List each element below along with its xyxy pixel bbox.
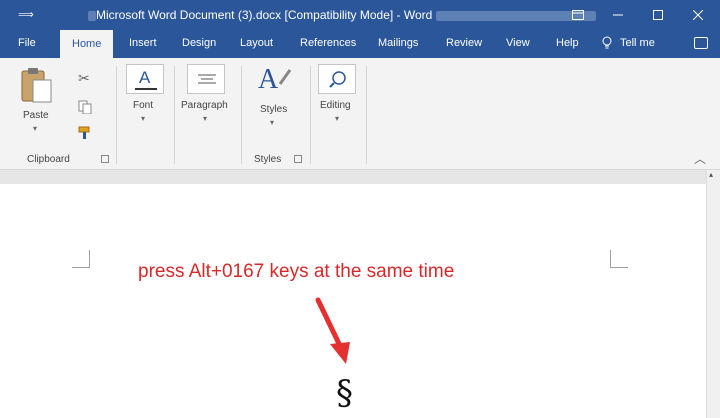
styles-label: Styles <box>260 104 288 115</box>
paste-button[interactable]: Paste ▾ <box>20 66 56 136</box>
paste-icon <box>21 68 52 103</box>
font-button[interactable]: A Font ▾ <box>124 64 168 134</box>
styles-button[interactable]: A Styles ▾ <box>252 64 296 134</box>
close-icon <box>693 10 703 20</box>
section-symbol: § <box>336 373 353 413</box>
paragraph-icon <box>198 74 216 84</box>
close-button[interactable] <box>678 0 718 30</box>
paragraph-icon-box <box>187 64 225 94</box>
format-painter-icon[interactable] <box>78 126 92 140</box>
maximize-button[interactable] <box>638 0 678 30</box>
lightbulb-icon <box>602 36 612 49</box>
instruction-annotation: press Alt+0167 keys at the same time <box>138 261 455 282</box>
group-divider <box>310 66 311 164</box>
tab-view[interactable]: View <box>506 37 530 49</box>
chevron-down-icon: ▾ <box>270 118 275 127</box>
styles-icon: A <box>258 64 279 95</box>
cut-icon[interactable]: ✂ <box>78 70 90 87</box>
title-bar: ⟹ Microsoft Word Document (3).docx [Comp… <box>0 0 720 30</box>
red-arrow-icon <box>315 297 350 364</box>
ribbon-home: Paste ▾ ✂ Clipboard A Font ▾ Paragraph ▾… <box>0 58 720 170</box>
editing-label: Editing <box>320 100 351 111</box>
group-divider <box>116 66 117 164</box>
minimize-icon <box>613 14 623 16</box>
editing-button[interactable]: Editing ▾ <box>316 64 360 134</box>
tell-me-search[interactable]: Tell me <box>602 36 655 49</box>
editing-icon-box <box>318 64 356 94</box>
magnifier-icon <box>329 71 346 88</box>
page-margin-marker-right <box>610 250 628 268</box>
chevron-down-icon: ▾ <box>141 114 146 123</box>
brush-icon <box>278 69 292 85</box>
page-margin-marker-left <box>72 250 90 268</box>
copy-icon[interactable] <box>78 100 92 114</box>
minimize-button[interactable] <box>598 0 638 30</box>
font-icon: A <box>139 68 151 87</box>
group-divider <box>174 66 175 164</box>
underline-bar <box>135 88 157 90</box>
window-title: Microsoft Word Document (3).docx [Compat… <box>88 8 597 22</box>
styles-group-label: Styles <box>254 154 282 165</box>
clipboard-group-label: Clipboard <box>27 154 70 165</box>
group-divider <box>366 66 367 164</box>
tab-file[interactable]: File <box>18 37 36 49</box>
paragraph-label: Paragraph <box>181 100 228 111</box>
collapse-ribbon-icon[interactable]: ︿ <box>694 150 706 167</box>
scroll-up-icon[interactable]: ▴ <box>709 170 713 179</box>
tab-design[interactable]: Design <box>182 37 216 49</box>
chevron-down-icon: ▾ <box>203 114 208 123</box>
paragraph-button[interactable]: Paragraph ▾ <box>180 64 236 134</box>
clipboard-dialog-launcher-icon[interactable] <box>101 155 109 163</box>
ribbon-display-options-button[interactable] <box>558 0 598 30</box>
group-divider <box>241 66 242 164</box>
tell-me-label: Tell me <box>620 36 655 49</box>
vertical-scrollbar[interactable]: ▴ <box>706 170 720 418</box>
tab-mailings[interactable]: Mailings <box>378 37 418 49</box>
chevron-down-icon: ▾ <box>33 124 38 133</box>
customize-quick-access-icon[interactable]: ⟹ <box>18 8 34 21</box>
font-label: Font <box>133 100 154 111</box>
chevron-down-icon: ▾ <box>335 114 340 123</box>
tab-references[interactable]: References <box>300 37 356 49</box>
styles-dialog-launcher-icon[interactable] <box>294 155 302 163</box>
tab-review[interactable]: Review <box>446 37 482 49</box>
tab-help[interactable]: Help <box>556 37 579 49</box>
font-icon-box: A <box>126 64 164 94</box>
tab-layout[interactable]: Layout <box>240 37 273 49</box>
redacted-region <box>88 10 96 21</box>
document-background <box>0 170 720 184</box>
paste-label: Paste <box>23 110 49 121</box>
maximize-icon <box>653 10 663 20</box>
comments-icon[interactable] <box>694 37 708 49</box>
tab-home[interactable]: Home <box>60 30 114 58</box>
ribbon-display-icon <box>572 10 584 20</box>
ribbon-tabs: File Home Insert Design Layout Reference… <box>0 30 720 58</box>
tab-insert[interactable]: Insert <box>129 37 157 49</box>
